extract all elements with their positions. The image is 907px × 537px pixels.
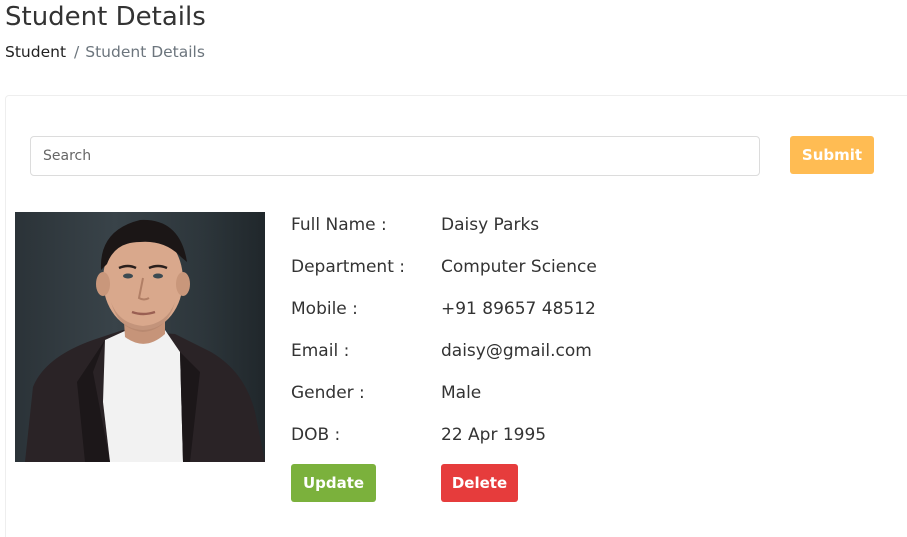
gender-label: Gender : — [291, 383, 365, 403]
breadcrumb-separator: / — [74, 43, 80, 61]
full-name-label: Full Name : — [291, 215, 387, 235]
detail-row-department: Department : Computer Science — [291, 254, 691, 296]
detail-row-dob: DOB : 22 Apr 1995 — [291, 422, 691, 464]
delete-button[interactable]: Delete — [441, 464, 518, 502]
update-button[interactable]: Update — [291, 464, 376, 502]
dob-label: DOB : — [291, 425, 341, 445]
search-input[interactable] — [30, 136, 760, 176]
breadcrumb-current: Student Details — [85, 43, 205, 61]
full-name-value: Daisy Parks — [441, 215, 540, 235]
page: Student Details Student / Student Details … — [0, 0, 907, 537]
student-photo — [15, 212, 265, 462]
breadcrumb: Student / Student Details — [5, 43, 205, 61]
mobile-label: Mobile : — [291, 299, 358, 319]
email-value: daisy@gmail.com — [441, 341, 592, 361]
email-label: Email : — [291, 341, 350, 361]
mobile-value: +91 89657 48512 — [441, 299, 596, 319]
detail-row-full-name: Full Name : Daisy Parks — [291, 212, 691, 254]
detail-row-email: Email : daisy@gmail.com — [291, 338, 691, 380]
student-details: Full Name : Daisy Parks Department : Com… — [291, 212, 691, 464]
department-value: Computer Science — [441, 257, 597, 277]
gender-value: Male — [441, 383, 482, 403]
detail-row-mobile: Mobile : +91 89657 48512 — [291, 296, 691, 338]
department-label: Department : — [291, 257, 406, 277]
student-photo-image — [25, 219, 265, 462]
page-title: Student Details — [5, 2, 206, 32]
dob-value: 22 Apr 1995 — [441, 425, 547, 445]
detail-row-gender: Gender : Male — [291, 380, 691, 422]
breadcrumb-student-link[interactable]: Student — [5, 43, 66, 61]
submit-button[interactable]: Submit — [790, 136, 874, 174]
